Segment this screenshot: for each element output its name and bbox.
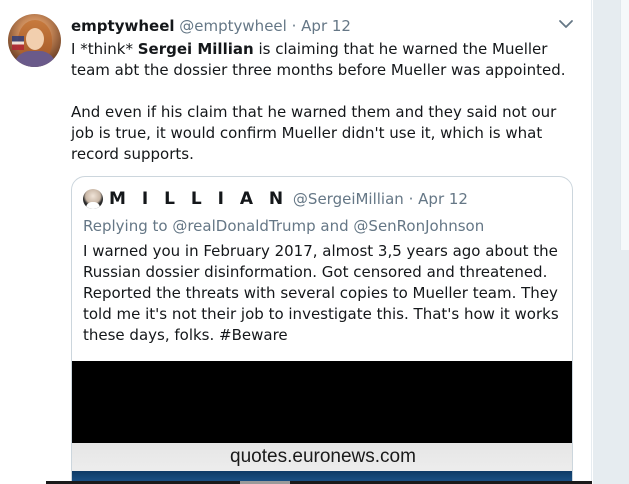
replying-to-prefix: Replying to <box>83 217 173 235</box>
meta-separator: · <box>291 17 297 35</box>
tweet-paragraph-2: And even if his claim that he warned the… <box>71 103 557 163</box>
tweet-header: emptywheel @emptywheel · Apr 12 <box>71 15 551 37</box>
quoted-tweet-card[interactable]: M I L L I A N @SergeiMillian · Apr 12 Re… <box>71 176 573 484</box>
quoted-meta-separator: · <box>408 190 414 208</box>
side-panel-edge <box>620 0 629 250</box>
tweet-text-bold: Sergei Millian <box>137 40 254 58</box>
author-display-name[interactable]: emptywheel <box>71 17 175 35</box>
quoted-media[interactable]: quotes.euronews.com <box>72 361 572 484</box>
tweet-menu-button[interactable] <box>557 15 575 33</box>
author-handle[interactable]: @emptywheel <box>179 17 287 35</box>
reply-mention-2[interactable]: @SenRonJohnson <box>353 217 484 235</box>
avatar-body <box>14 51 56 67</box>
quoted-tweet-header: M I L L I A N @SergeiMillian · Apr 12 <box>109 188 468 210</box>
quoted-avatar-shirt <box>86 202 100 209</box>
reply-mention-1[interactable]: @realDonaldTrump <box>172 217 315 235</box>
quoted-avatar <box>83 189 103 209</box>
avatar[interactable] <box>8 14 61 67</box>
tweet-text: I *think* Sergei Millian is claiming tha… <box>71 39 571 165</box>
gutter-divider <box>593 0 594 484</box>
replying-to-line: Replying to @realDonaldTrump and @SenRon… <box>83 215 484 237</box>
avatar-flag <box>12 36 24 50</box>
reply-and: and <box>315 217 354 235</box>
quoted-date: Apr 12 <box>418 190 468 208</box>
avatar-face <box>26 28 44 50</box>
quoted-tweet-text: I warned you in February 2017, almost 3,… <box>83 242 559 344</box>
quoted-handle: @SergeiMillian <box>292 190 404 208</box>
page: emptywheel @emptywheel · Apr 12 I *think… <box>0 0 629 484</box>
tweet[interactable]: emptywheel @emptywheel · Apr 12 I *think… <box>0 0 592 484</box>
quoted-display-name: M I L L I A N <box>109 189 289 209</box>
tweet-paragraph-1: I *think* Sergei Millian is claiming tha… <box>71 39 571 81</box>
chevron-down-icon <box>559 20 573 28</box>
tweet-date[interactable]: Apr 12 <box>301 17 351 35</box>
media-caption: quotes.euronews.com <box>230 446 416 467</box>
tweet-text-prefix: I *think* <box>71 40 138 58</box>
